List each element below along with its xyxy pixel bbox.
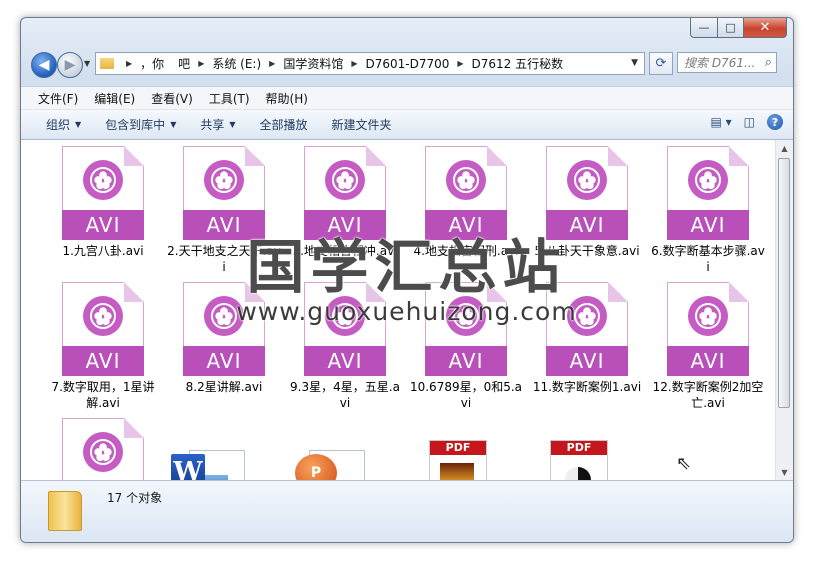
file-name: 9.3星，4星，五星.avi <box>290 380 400 410</box>
search-placeholder: 搜索 D761... <box>684 56 756 70</box>
file-name: 7.数字取用，1星讲解.avi <box>51 380 155 410</box>
chevron-down-icon: ▼ <box>75 120 82 129</box>
refresh-button[interactable]: ⟳ <box>649 52 673 75</box>
chevron-right-icon[interactable]: ▶ <box>198 59 204 68</box>
breadcrumb-2[interactable]: 系统 (E:) <box>212 55 261 72</box>
caption-buttons: — □ ✕ <box>690 18 787 38</box>
chevron-right-icon[interactable]: ▶ <box>269 59 275 68</box>
chevron-down-icon: ▼ <box>229 120 236 129</box>
help-icon[interactable]: ? <box>767 114 783 130</box>
menu-tools[interactable]: 工具(T) <box>201 90 258 107</box>
menu-view[interactable]: 查看(V) <box>143 90 201 107</box>
scroll-down-icon[interactable]: ▼ <box>776 464 793 480</box>
breadcrumb-4[interactable]: D7601-D7700 <box>365 57 449 71</box>
forward-button[interactable]: ▶ <box>57 52 83 78</box>
watermark-title: 国学汇总站 <box>246 233 567 301</box>
file-item[interactable]: W <box>171 446 251 480</box>
include-label: 包含到库中 <box>105 118 166 132</box>
item-count: 17 个对象 <box>107 491 163 505</box>
pdf-label: PDF <box>551 441 607 455</box>
pdf-label: PDF <box>430 441 486 455</box>
share-button[interactable]: 共享 ▼ <box>188 116 247 133</box>
address-row: ◀ ▶ ▼ ▶ ，你 吧 ▶ 系统 (E:) ▶ 国学资料馆 ▶ D7601-D… <box>29 50 785 78</box>
arrow-left-icon: ◀ <box>38 57 50 73</box>
recent-pages-dropdown[interactable]: ▼ <box>84 59 90 68</box>
details-pane: 17 个对象 <box>21 480 793 542</box>
file-name: 12.数字断案例2加空亡.avi <box>652 380 764 410</box>
file-name: 8.2星讲解.avi <box>185 380 263 394</box>
search-input[interactable]: 搜索 D761... ⌕ <box>677 52 777 73</box>
avi-file-icon <box>62 418 144 480</box>
yin-yang-icon <box>565 467 591 480</box>
menu-edit[interactable]: 编辑(E) <box>86 90 143 107</box>
chevron-right-icon[interactable]: ▶ <box>457 59 463 68</box>
pdf-file-icon[interactable]: PDF <box>550 440 608 480</box>
file-name: 10.6789星，0和5.avi <box>409 380 523 410</box>
powerpoint-file-icon: P <box>291 446 367 480</box>
word-file-icon: W <box>171 446 247 480</box>
menu-help[interactable]: 帮助(H) <box>258 90 316 107</box>
address-dropdown-icon[interactable]: ▼ <box>631 58 638 68</box>
search-icon: ⌕ <box>764 55 772 70</box>
breadcrumb-0[interactable]: ，你 <box>140 55 164 72</box>
arrow-right-icon: ▶ <box>64 57 76 73</box>
new-folder-button[interactable]: 新建文件夹 <box>320 116 404 133</box>
scroll-up-icon[interactable]: ▲ <box>776 140 793 156</box>
pdf-file-icon[interactable]: PDF <box>429 440 487 480</box>
include-in-library-button[interactable]: 包含到库中 ▼ <box>93 116 188 133</box>
view-options-icon[interactable]: ▤ ▾ <box>710 115 731 129</box>
watermark-url: www.guoxuehuizong.com <box>236 297 577 326</box>
refresh-icon: ⟳ <box>655 56 667 71</box>
folder-icon <box>100 58 114 69</box>
close-button[interactable]: ✕ <box>744 18 787 38</box>
chevron-right-icon[interactable]: ▶ <box>126 59 132 68</box>
folder-icon <box>48 491 82 531</box>
view-controls: ▤ ▾ ◫ ? <box>710 114 783 130</box>
file-item[interactable]: P <box>291 446 371 480</box>
mouse-cursor-icon: ⇖ <box>676 453 692 474</box>
menu-bar: 文件(F) 编辑(E) 查看(V) 工具(T) 帮助(H) <box>21 86 793 110</box>
play-all-button[interactable]: 全部播放 <box>248 116 320 133</box>
organize-label: 组织 <box>46 118 71 132</box>
breadcrumb-1[interactable]: 吧 <box>178 55 190 72</box>
minimize-button[interactable]: — <box>690 18 718 38</box>
organize-button[interactable]: 组织 ▼ <box>21 116 93 133</box>
breadcrumb-5[interactable]: D7612 五行秘数 <box>472 55 564 72</box>
chevron-down-icon: ▼ <box>170 120 177 129</box>
file-name: 11.数字断案例1.avi <box>532 380 642 394</box>
breadcrumb-3[interactable]: 国学资料馆 <box>283 55 343 72</box>
chevron-right-icon[interactable]: ▶ <box>351 59 357 68</box>
maximize-button[interactable]: □ <box>718 18 744 38</box>
address-bar[interactable]: ▶ ，你 吧 ▶ 系统 (E:) ▶ 国学资料馆 ▶ D7601-D7700 ▶… <box>95 52 645 75</box>
menu-file[interactable]: 文件(F) <box>21 90 86 107</box>
file-item[interactable] <box>45 418 161 480</box>
back-button[interactable]: ◀ <box>31 52 57 78</box>
share-label: 共享 <box>200 118 225 132</box>
preview-pane-icon[interactable]: ◫ <box>744 115 755 129</box>
command-bar: 组织 ▼ 包含到库中 ▼ 共享 ▼ 全部播放 新建文件夹 ▤ ▾ ◫ ? <box>21 110 793 140</box>
